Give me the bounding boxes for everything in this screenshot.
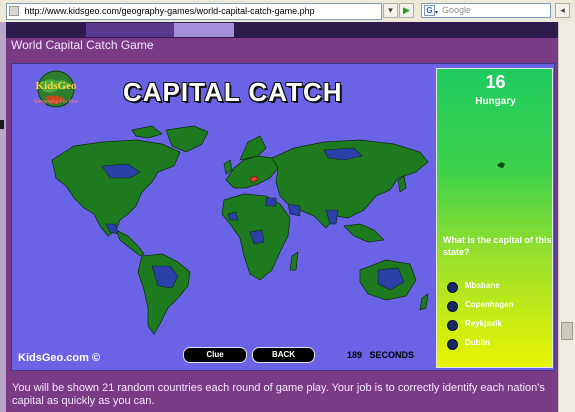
address-bar[interactable]: http://www.kidsgeo.com/geography-games/w… bbox=[6, 3, 382, 20]
country-shape-icon bbox=[497, 162, 505, 168]
game-area: KidsGeo Geography For Kids CAPITAL CATCH bbox=[11, 63, 555, 371]
country-name: Hungary bbox=[475, 96, 516, 107]
search-engine-dropdown-icon[interactable]: ▾ bbox=[435, 7, 438, 20]
logo-text: KidsGeo bbox=[36, 80, 77, 92]
answer-option-4[interactable]: Dublin bbox=[447, 337, 551, 351]
map-greenland bbox=[165, 125, 209, 153]
question-panel: 16 Hungary What is the capital of this s… bbox=[436, 68, 553, 368]
clue-button[interactable]: Clue bbox=[183, 347, 247, 363]
question-text: What is the capital of this state? bbox=[443, 235, 552, 257]
logo-tagline: Geography For Kids bbox=[34, 99, 79, 105]
left-edge-mark bbox=[0, 120, 4, 129]
map-madagascar bbox=[289, 251, 299, 271]
search-go-button[interactable]: ◂ bbox=[555, 3, 570, 18]
answer-option-label[interactable]: Mbabane bbox=[465, 281, 500, 290]
option-bullet-icon[interactable] bbox=[447, 301, 458, 312]
map-japan bbox=[397, 175, 407, 193]
game-heading: CAPITAL CATCH bbox=[123, 77, 343, 107]
timer: 189 SECONDS bbox=[347, 350, 414, 360]
left-page-edge bbox=[0, 22, 6, 412]
browser-toolbar: http://www.kidsgeo.com/geography-games/w… bbox=[0, 0, 575, 23]
score-counter: 16 bbox=[485, 72, 506, 92]
option-bullet-icon[interactable] bbox=[447, 282, 458, 293]
timer-unit: SECONDS bbox=[369, 350, 415, 360]
map-arctic-islands bbox=[131, 125, 163, 139]
search-input[interactable]: G ▾ Google bbox=[421, 3, 551, 18]
back-button[interactable]: BACK bbox=[252, 347, 315, 363]
map-new-zealand bbox=[419, 293, 429, 311]
answer-option-label[interactable]: Dublin bbox=[465, 338, 490, 347]
map-answered-saudi bbox=[287, 203, 301, 217]
answer-option-label[interactable]: Reykjavik bbox=[465, 319, 502, 328]
address-url: http://www.kidsgeo.com/geography-games/w… bbox=[24, 6, 315, 16]
dropdown-history-button[interactable]: ▾ bbox=[383, 3, 398, 18]
world-map[interactable] bbox=[44, 120, 434, 340]
instructions-text: You will be shown 21 random countries ea… bbox=[12, 382, 545, 407]
map-answered-egypt bbox=[265, 197, 277, 207]
page-title: World Capital Catch Game bbox=[11, 38, 154, 52]
answer-option-label[interactable]: Copenhagen bbox=[465, 300, 513, 309]
go-button[interactable]: ▶ bbox=[399, 3, 414, 18]
search-placeholder: Google bbox=[442, 5, 472, 15]
page-favicon-icon bbox=[9, 6, 19, 16]
map-europe bbox=[225, 155, 279, 189]
nav-tab-2[interactable] bbox=[174, 23, 234, 37]
option-bullet-icon[interactable] bbox=[447, 320, 458, 331]
map-central-america bbox=[115, 229, 145, 257]
nav-tab-1[interactable] bbox=[86, 23, 174, 37]
answer-option-2[interactable]: Copenhagen bbox=[447, 299, 551, 313]
vertical-scrollbar[interactable] bbox=[558, 22, 575, 412]
scrollbar-thumb[interactable] bbox=[561, 322, 573, 340]
map-uk bbox=[223, 159, 233, 175]
map-southeast-asia bbox=[343, 223, 385, 243]
map-north-america bbox=[51, 139, 181, 237]
answer-option-3[interactable]: Reykjavik bbox=[447, 318, 551, 332]
kidsgeo-logo-icon: KidsGeo Geography For Kids bbox=[34, 70, 79, 108]
timer-value: 189 bbox=[347, 350, 363, 360]
answer-option-1[interactable]: Mbabane bbox=[447, 280, 551, 294]
option-bullet-icon[interactable] bbox=[447, 339, 458, 350]
site-label: KidsGeo.com © bbox=[18, 352, 101, 364]
google-icon[interactable]: G bbox=[424, 5, 435, 16]
